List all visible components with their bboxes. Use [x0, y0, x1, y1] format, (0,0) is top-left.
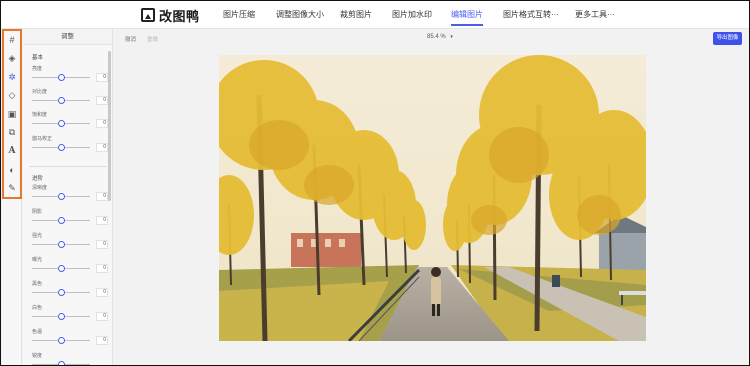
- slider-value-input[interactable]: 0: [96, 311, 108, 321]
- slider-value-input[interactable]: 0: [96, 239, 108, 249]
- tool-strip: # ◈ ✲ ◇ ▣ ⧉ A ◐ ✎: [2, 29, 22, 199]
- top-navigation: 改图鸭 图片压缩 调整图像大小 裁剪图片 图片加水印 编辑图片 图片格式互转··· 更多工具…: [1, 1, 749, 29]
- nav-item[interactable]: 图片格式互转···: [503, 1, 559, 29]
- nav-item[interactable]: 图片加水印: [392, 1, 432, 29]
- adjust-slider[interactable]: [32, 335, 90, 345]
- photo-canvas[interactable]: [219, 55, 646, 341]
- slider-label: 伽马校正: [32, 136, 53, 142]
- chevron-down-icon: ▾: [450, 34, 453, 40]
- logo-text: 改图鸭: [159, 8, 200, 24]
- adjust-icon[interactable]: ✲: [4, 68, 20, 87]
- slider-value-input[interactable]: 0: [96, 287, 108, 297]
- section-title: 基本: [32, 55, 44, 61]
- slider-value-input[interactable]: 0: [96, 95, 108, 105]
- adjust-slider[interactable]: [32, 72, 90, 82]
- slider-knob[interactable]: [57, 192, 65, 200]
- slider-value-input[interactable]: 0: [96, 72, 108, 82]
- zoom-select[interactable]: 85.4 % ▾: [427, 34, 453, 40]
- nav-item[interactable]: 裁剪图片: [340, 1, 372, 29]
- adjust-slider[interactable]: [32, 287, 90, 297]
- slider-value-input[interactable]: 0: [96, 335, 108, 345]
- logo-icon: [141, 8, 155, 22]
- slider-knob[interactable]: [57, 216, 65, 224]
- adjust-slider[interactable]: [32, 215, 90, 225]
- slider-label: 清晰度: [32, 185, 48, 191]
- slider-label: 黑色: [32, 281, 43, 287]
- undo-button[interactable]: 撤消: [125, 35, 136, 43]
- slider-knob[interactable]: [57, 336, 65, 344]
- slider-knob[interactable]: [57, 264, 65, 272]
- app-window: 改图鸭 图片压缩 调整图像大小 裁剪图片 图片加水印 编辑图片 图片格式互转··· 更多工具…: [0, 0, 750, 366]
- adjust-slider[interactable]: [32, 263, 90, 273]
- brush-icon[interactable]: ✎: [4, 179, 20, 198]
- slider-knob[interactable]: [57, 360, 65, 365]
- panel-scrollbar[interactable]: [108, 51, 111, 201]
- slider-label: 亮度: [32, 66, 43, 72]
- slider-value-input[interactable]: 0: [96, 263, 108, 273]
- slider-value-input[interactable]: 0: [96, 142, 108, 152]
- redo-button[interactable]: 重做: [147, 35, 158, 43]
- adjust-slider[interactable]: [32, 191, 90, 201]
- nav-item[interactable]: 图片压缩: [223, 1, 255, 29]
- text-icon[interactable]: A: [4, 142, 20, 161]
- palette-icon[interactable]: ◐: [4, 161, 20, 180]
- tool-strip-background: [2, 199, 22, 365]
- adjust-slider[interactable]: [32, 359, 90, 365]
- slider-label: 曝光: [32, 257, 43, 263]
- slider-label: 白色: [32, 305, 43, 311]
- adjust-slider[interactable]: [32, 142, 90, 152]
- nav-item[interactable]: 调整图像大小: [276, 1, 324, 29]
- slider-label: 饱和度: [32, 112, 48, 118]
- slider-label: 阴影: [32, 209, 43, 215]
- slider-label: 色温: [32, 329, 43, 335]
- slider-knob[interactable]: [57, 73, 65, 81]
- slider-knob[interactable]: [57, 240, 65, 248]
- slider-label: 锐度: [32, 353, 43, 359]
- adjust-slider[interactable]: [32, 118, 90, 128]
- slider-knob[interactable]: [57, 119, 65, 127]
- adjust-slider[interactable]: [32, 311, 90, 321]
- adjust-panel: 调整 基本亮度 0 对比度 0 饱和度 0 伽马校正 0 进阶清晰度 0 阴影 0 强光 0 曝光 0 黑色 0 白…: [23, 29, 113, 365]
- drop-outline-icon[interactable]: ◇: [4, 87, 20, 106]
- logo[interactable]: 改图鸭: [141, 6, 200, 24]
- adjust-slider[interactable]: [32, 95, 90, 105]
- slider-knob[interactable]: [57, 312, 65, 320]
- adjust-slider[interactable]: [32, 239, 90, 249]
- drop-icon[interactable]: ◈: [4, 50, 20, 69]
- export-button[interactable]: 导出图像: [713, 32, 742, 45]
- crop-icon[interactable]: ⧉: [4, 124, 20, 143]
- section-title: 进阶: [32, 176, 44, 182]
- slider-label: 强光: [32, 233, 43, 239]
- hash-icon[interactable]: #: [4, 31, 20, 50]
- zoom-value: 85.4 %: [427, 34, 446, 40]
- divider: [29, 166, 107, 167]
- panel-title: 调整: [23, 29, 112, 45]
- slider-knob[interactable]: [57, 96, 65, 104]
- photo-image: [219, 55, 646, 341]
- canvas-toolbar: 撤消 重做 85.4 % ▾ 导出图像: [113, 29, 749, 49]
- nav-item[interactable]: 更多工具···: [575, 1, 615, 29]
- slider-value-input[interactable]: 0: [96, 118, 108, 128]
- slider-label: 对比度: [32, 89, 48, 95]
- slider-knob[interactable]: [57, 288, 65, 296]
- slider-value-input[interactable]: 0: [96, 215, 108, 225]
- slider-value-input[interactable]: 0: [96, 191, 108, 201]
- slider-knob[interactable]: [57, 143, 65, 151]
- nav-item[interactable]: 编辑图片: [451, 1, 483, 29]
- frame-icon[interactable]: ▣: [4, 105, 20, 124]
